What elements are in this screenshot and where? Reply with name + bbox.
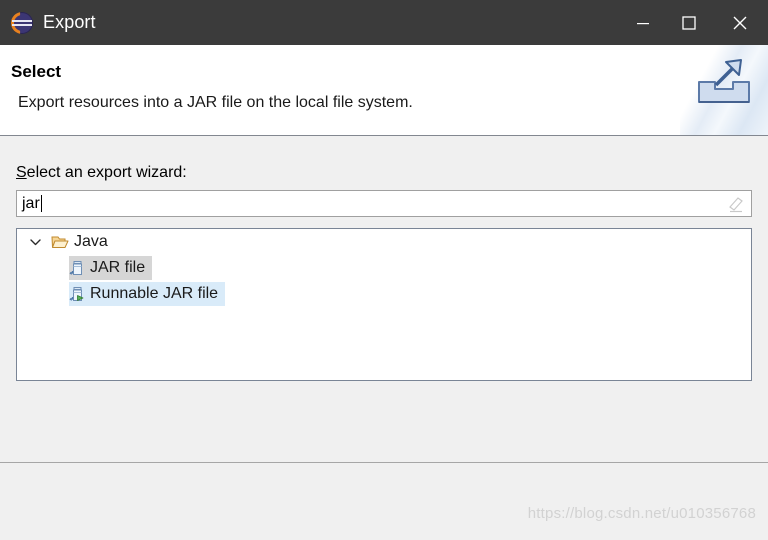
open-folder-icon bbox=[51, 236, 69, 248]
runnable-jar-file-icon bbox=[69, 286, 84, 301]
minimize-button[interactable] bbox=[620, 0, 666, 45]
title-bar-left: Export bbox=[0, 11, 620, 34]
close-icon bbox=[733, 16, 747, 29]
tree-item-jar-file[interactable]: JAR file bbox=[69, 256, 153, 280]
export-dialog-window: Export Select Export resources into a JA… bbox=[0, 0, 768, 540]
tree-row[interactable]: Java bbox=[17, 229, 751, 255]
window-title: Export bbox=[43, 12, 96, 32]
eclipse-icon bbox=[11, 11, 33, 34]
wizard-header: Select Export resources into a JAR file … bbox=[0, 45, 768, 136]
wizard-tree[interactable]: Java JAR file Runnable JAR file bbox=[16, 228, 752, 381]
maximize-button[interactable] bbox=[666, 0, 712, 45]
tree-row[interactable]: JAR file bbox=[17, 255, 751, 281]
wizard-filter-input[interactable]: jar bbox=[16, 190, 752, 217]
wizard-select-label-mnemonic: S bbox=[16, 164, 27, 181]
wizard-select-label: Select an export wizard: bbox=[16, 164, 187, 182]
jar-file-icon bbox=[69, 260, 82, 275]
wizard-body: Select an export wizard: jar Java JAR fi… bbox=[0, 136, 768, 540]
tree-item-label: Java bbox=[74, 233, 108, 250]
tree-item-label: JAR file bbox=[90, 259, 146, 276]
tree-item-runnable-jar-file[interactable]: Runnable JAR file bbox=[69, 282, 226, 306]
chevron-down-icon[interactable] bbox=[27, 238, 43, 246]
page-description: Export resources into a JAR file on the … bbox=[18, 94, 413, 111]
export-banner-icon bbox=[680, 45, 768, 135]
close-button[interactable] bbox=[712, 0, 768, 45]
wizard-filter-value: jar bbox=[22, 194, 40, 212]
tree-item-label: Runnable JAR file bbox=[90, 285, 219, 302]
clear-eraser-icon[interactable] bbox=[728, 195, 744, 213]
minimize-icon bbox=[637, 22, 649, 24]
text-caret bbox=[40, 195, 42, 212]
window-controls bbox=[620, 0, 768, 45]
page-title: Select bbox=[11, 62, 62, 81]
maximize-icon bbox=[682, 15, 696, 30]
button-bar: ? < Back Next > Finish Cancel bbox=[0, 463, 768, 540]
tree-row[interactable]: Runnable JAR file bbox=[17, 281, 751, 307]
title-bar: Export bbox=[0, 0, 768, 45]
wizard-select-label-rest: elect an export wizard: bbox=[26, 164, 187, 181]
